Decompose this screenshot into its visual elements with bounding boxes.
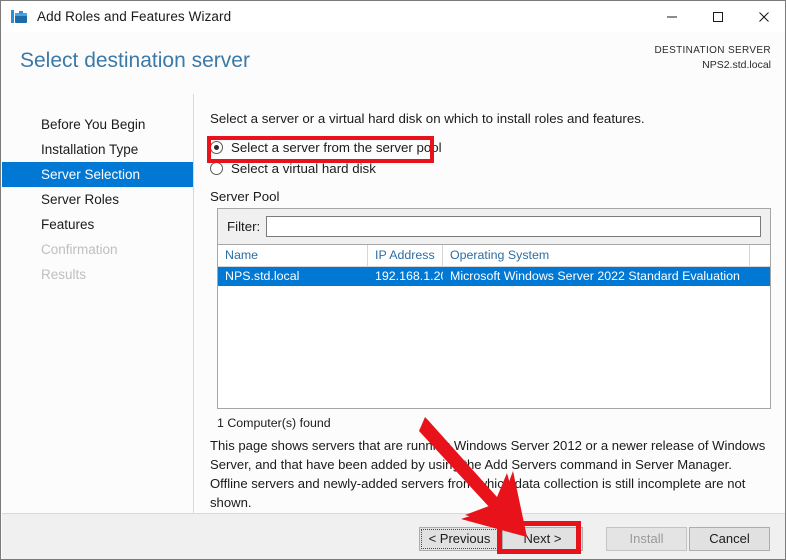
radio-select-server-from-pool[interactable]: Select a server from the server pool — [210, 137, 442, 157]
cell-operating-system: Microsoft Windows Server 2022 Standard E… — [443, 267, 750, 286]
radio-vhd-label: Select a virtual hard disk — [231, 161, 376, 176]
radio-pool-label: Select a server from the server pool — [231, 140, 442, 155]
nav-item-results: Results — [2, 262, 193, 287]
install-button: Install — [606, 527, 687, 551]
server-pool-label: Server Pool — [210, 189, 279, 204]
column-header-name[interactable]: Name — [218, 245, 368, 266]
column-header-operating-system[interactable]: Operating System — [443, 245, 750, 266]
nav-item-features[interactable]: Features — [2, 212, 193, 237]
title-bar: Add Roles and Features Wizard — [1, 1, 786, 32]
nav-item-installation-type[interactable]: Installation Type — [2, 137, 193, 162]
table-row[interactable]: NPS.std.local 192.168.1.200 Microsoft Wi… — [218, 267, 770, 286]
filter-bar: Filter: — [217, 208, 771, 245]
radio-select-virtual-hard-disk[interactable]: Select a virtual hard disk — [210, 158, 376, 178]
cell-name: NPS.std.local — [218, 267, 368, 286]
cancel-button[interactable]: Cancel — [689, 527, 770, 551]
main-content: Select a server or a virtual hard disk o… — [195, 94, 785, 513]
server-pool-list[interactable]: Name IP Address Operating System NPS.std… — [217, 245, 771, 409]
footer-bar: < Previous Next > Install Cancel — [2, 513, 786, 560]
cell-ip-address: 192.168.1.200 — [368, 267, 443, 286]
minimize-icon[interactable] — [649, 2, 695, 32]
nav-item-server-roles[interactable]: Server Roles — [2, 187, 193, 212]
column-header-filler — [750, 245, 770, 266]
nav-item-server-selection[interactable]: Server Selection — [2, 162, 193, 187]
filter-label: Filter: — [227, 219, 260, 234]
radio-vhd-mark[interactable] — [210, 162, 223, 175]
computers-found-status: 1 Computer(s) found — [217, 416, 331, 430]
nav-item-confirmation: Confirmation — [2, 237, 193, 262]
wizard-navigation-panel: Before You Begin Installation Type Serve… — [2, 94, 194, 513]
previous-button[interactable]: < Previous — [419, 527, 500, 551]
destination-server-value: NPS2.std.local — [702, 59, 771, 71]
page-header: Select destination server DESTINATION SE… — [2, 32, 786, 94]
destination-server-label: DESTINATION SERVER — [654, 45, 771, 56]
page-note-text: This page shows servers that are running… — [210, 436, 772, 512]
close-icon[interactable] — [741, 2, 786, 32]
filter-input[interactable] — [266, 216, 761, 237]
list-header-row: Name IP Address Operating System — [218, 245, 770, 267]
page-title: Select destination server — [20, 49, 250, 73]
intro-text: Select a server or a virtual hard disk o… — [210, 111, 645, 126]
add-roles-wizard-window: Add Roles and Features Wizard Select des… — [0, 0, 786, 560]
window-title: Add Roles and Features Wizard — [37, 9, 231, 24]
column-header-ip-address[interactable]: IP Address — [368, 245, 443, 266]
radio-pool-mark[interactable] — [210, 141, 223, 154]
maximize-icon[interactable] — [695, 2, 741, 32]
next-button[interactable]: Next > — [502, 527, 583, 551]
toolbox-icon — [10, 8, 28, 26]
nav-item-before-you-begin[interactable]: Before You Begin — [2, 112, 193, 137]
